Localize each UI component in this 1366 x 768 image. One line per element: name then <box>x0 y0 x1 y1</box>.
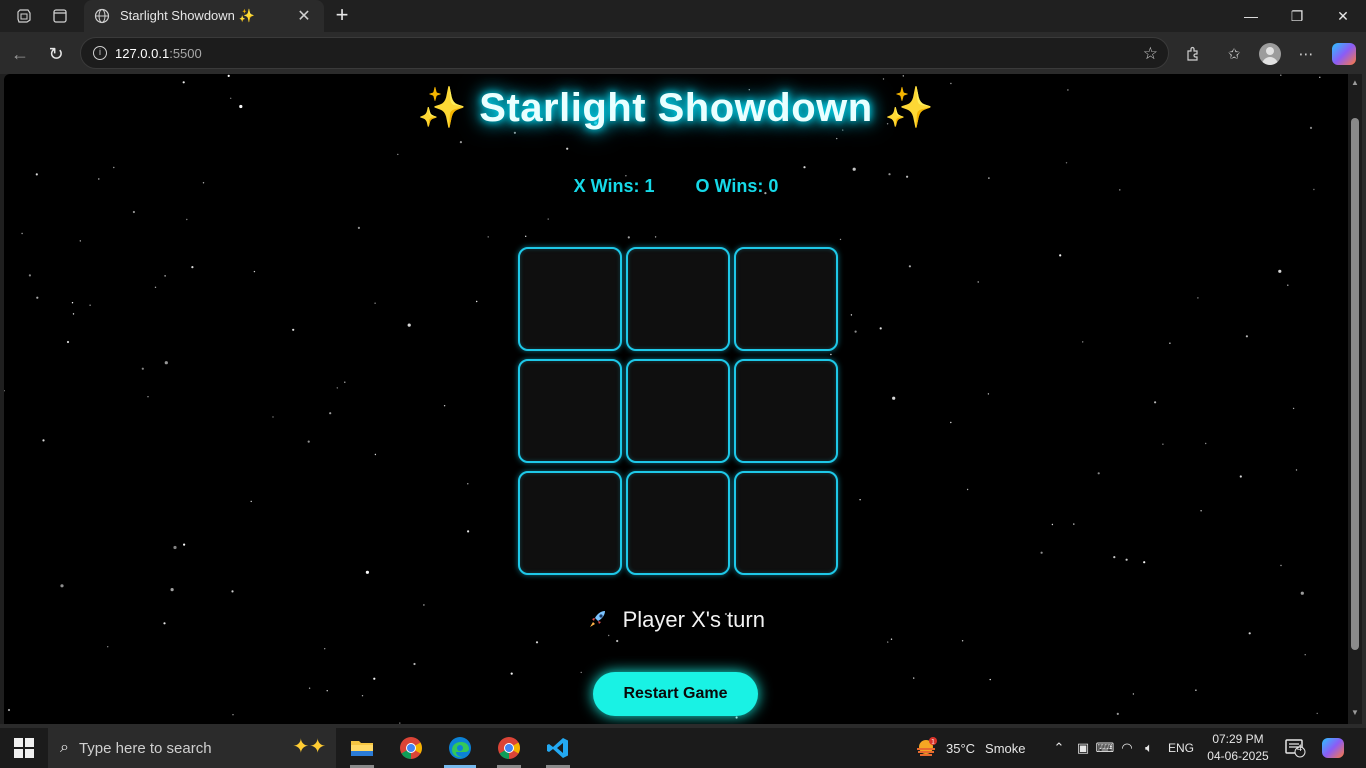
sparkles-icon: ✨ <box>884 86 935 130</box>
board-cell[interactable] <box>518 359 622 463</box>
vertical-tabs-icon[interactable] <box>50 6 70 26</box>
weather-temperature: 35°C <box>946 740 976 756</box>
windows-start-icon[interactable] <box>14 738 34 758</box>
sparkles-icon: ✨ <box>417 86 468 130</box>
game-board <box>518 247 838 575</box>
clock-time: 07:29 PM <box>1212 732 1264 746</box>
globe-icon <box>94 8 110 24</box>
new-tab-button[interactable]: + <box>330 4 354 28</box>
url-port: :5500 <box>169 45 202 61</box>
taskbar-search-box[interactable]: ⌕ Type here to search ✦✦ <box>48 728 336 768</box>
scroll-up-icon[interactable]: ▲ <box>1350 78 1360 87</box>
board-cell[interactable] <box>626 247 730 351</box>
turn-status: Player X's turn <box>4 607 1348 633</box>
workspaces-icon[interactable] <box>14 6 34 26</box>
edge-icon[interactable] <box>438 728 482 768</box>
board-cell[interactable] <box>626 471 730 575</box>
scrollbar-thumb[interactable] <box>1351 118 1359 650</box>
more-options-icon[interactable]: ⋯ <box>1295 43 1317 65</box>
board-cell[interactable] <box>518 471 622 575</box>
chrome-icon[interactable] <box>389 728 433 768</box>
game-title-text: Starlight Showdown <box>479 86 873 130</box>
site-info-icon[interactable]: i <box>93 46 107 60</box>
taskbar-clock[interactable]: 07:29 PM 04-06-2025 <box>1206 731 1270 765</box>
volume-icon[interactable]: 🔈︎ <box>1138 740 1160 756</box>
browser-titlebar: Starlight Showdown ✨ ✕ + — ❐ ✕ <box>0 0 1366 32</box>
wifi-icon[interactable]: ◠ <box>1116 740 1138 756</box>
restart-game-button[interactable]: Restart Game <box>593 672 758 716</box>
clock-date: 04-06-2025 <box>1207 749 1269 763</box>
board-cell[interactable] <box>626 359 730 463</box>
url-host: 127.0.0.1 <box>115 45 170 61</box>
window-edge <box>1362 74 1366 724</box>
notification-count: 4 <box>1297 743 1303 753</box>
weather-widget[interactable]: 1 35°C Smoke <box>914 728 1026 768</box>
page-scrollbar[interactable]: ▲ ▼ <box>1348 74 1362 724</box>
reload-icon[interactable]: ↻ <box>44 42 68 66</box>
meet-now-icon[interactable]: ▣ <box>1072 740 1094 756</box>
turn-status-text: Player X's turn <box>622 607 765 632</box>
close-window-button[interactable]: ✕ <box>1320 0 1366 32</box>
copilot-icon[interactable] <box>1332 43 1356 65</box>
browser-tab[interactable]: Starlight Showdown ✨ ✕ <box>84 0 324 32</box>
copilot-taskbar-icon[interactable] <box>1322 728 1344 768</box>
favorites-icon[interactable]: ✩ <box>1223 43 1245 65</box>
browser-toolbar: ← ↻ i 127.0.0.1:5500 ☆ ✩ ⋯ <box>0 32 1366 74</box>
board-cell[interactable] <box>734 359 838 463</box>
game-title: ✨ Starlight Showdown ✨ <box>4 84 1348 131</box>
board-cell[interactable] <box>734 471 838 575</box>
favorite-star-icon[interactable]: ☆ <box>1143 44 1158 64</box>
weather-haze-icon: 1 <box>917 737 937 756</box>
weather-description: Smoke <box>985 740 1026 756</box>
search-icon: ⌕ <box>60 739 69 756</box>
file-explorer-icon[interactable] <box>340 728 384 768</box>
extensions-icon[interactable] <box>1182 43 1204 65</box>
notification-center-icon[interactable]: 4 <box>1284 728 1306 768</box>
search-placeholder: Type here to search <box>78 739 212 757</box>
scoreboard: X Wins: 1 O Wins: 0 <box>4 176 1348 197</box>
restore-button[interactable]: ❐ <box>1274 0 1320 32</box>
back-icon[interactable]: ← <box>8 42 32 66</box>
language-indicator[interactable]: ENG <box>1168 741 1194 755</box>
o-wins-score: O Wins: 0 <box>695 176 779 196</box>
chevron-up-icon[interactable]: ⌃ <box>1050 740 1068 756</box>
system-tray: ⌃ ▣ ⌨ ◠ 🔈︎ ENG <box>1050 728 1194 768</box>
page-viewport: ✨ Starlight Showdown ✨ X Wins: 1 O Wins:… <box>4 74 1348 724</box>
chrome-icon[interactable] <box>487 728 531 768</box>
tab-title: Starlight Showdown ✨ <box>120 8 255 23</box>
search-highlight-sparkles-icon: ✦✦ <box>292 736 326 758</box>
profile-avatar[interactable] <box>1259 43 1281 65</box>
rocket-icon <box>587 610 615 632</box>
scroll-down-icon[interactable]: ▼ <box>1350 708 1360 717</box>
windows-taskbar: ⌕ Type here to search ✦✦ 1 35°C Smoke ⌃ … <box>0 728 1366 768</box>
minimize-button[interactable]: — <box>1228 0 1274 32</box>
board-cell[interactable] <box>734 247 838 351</box>
close-tab-icon[interactable]: ✕ <box>294 6 314 26</box>
vscode-icon[interactable] <box>536 728 580 768</box>
address-bar[interactable]: i 127.0.0.1:5500 ☆ <box>80 37 1169 69</box>
input-indicator-icon[interactable]: ⌨ <box>1094 740 1116 756</box>
x-wins-score: X Wins: 1 <box>573 176 655 196</box>
board-cell[interactable] <box>518 247 622 351</box>
svg-text:1: 1 <box>931 739 935 746</box>
